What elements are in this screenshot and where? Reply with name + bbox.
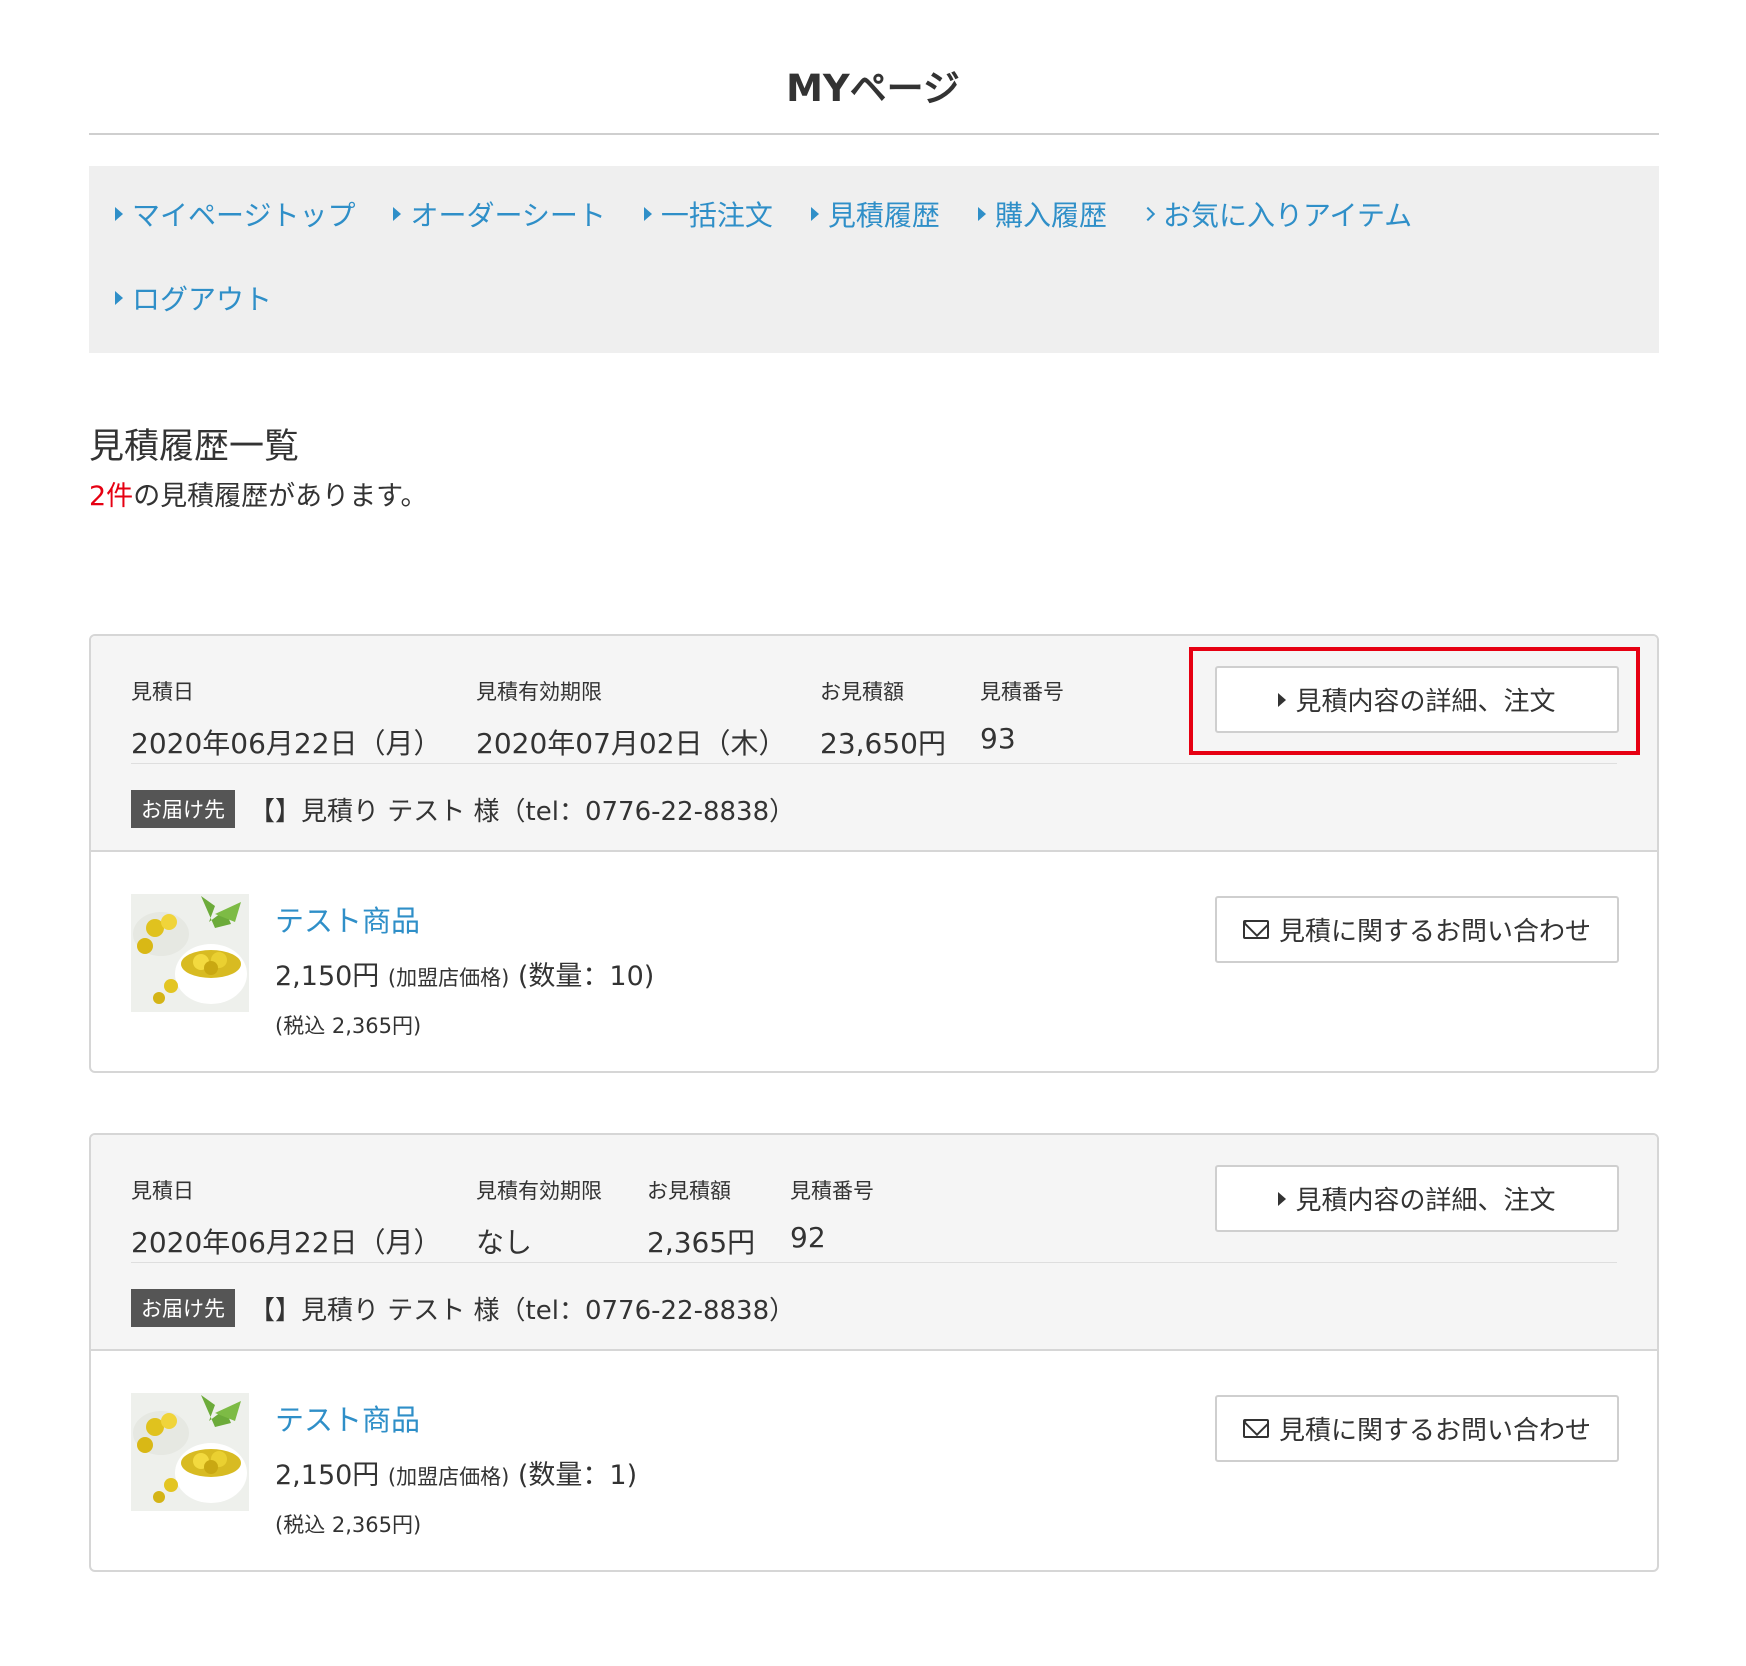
product-quantity: (数量：10) — [517, 961, 655, 992]
title-divider — [89, 133, 1659, 135]
header-divider — [131, 763, 1617, 764]
product-price: 2,150円 (加盟店価格) (数量：1) — [275, 1453, 637, 1492]
caret-right-icon — [977, 207, 986, 221]
nav-item-label: お気に入りアイテム — [1162, 199, 1413, 232]
quote-expiry-value: 2020年07月02日（木） — [476, 727, 787, 760]
header-divider — [131, 1262, 1617, 1263]
quote-number-value: 93 — [980, 722, 1016, 755]
caret-right-icon — [1278, 1191, 1287, 1206]
quote-amount-value: 2,365円 — [647, 1226, 756, 1259]
quote-number-value: 92 — [790, 1221, 826, 1254]
quote-item: テスト商品 2,150円 (加盟店価格) (数量：10) (税込 2,365円)… — [91, 852, 1657, 1071]
product-tax-included: (税込 2,365円) — [275, 1014, 422, 1038]
product-thumbnail[interactable] — [131, 1393, 249, 1511]
caret-right-icon — [115, 291, 123, 305]
quote-inquiry-button[interactable]: 見積に関するお問い合わせ — [1215, 1395, 1619, 1462]
caret-right-icon — [810, 207, 819, 221]
quote-date-value: 2020年06月22日（月） — [131, 727, 442, 760]
quote-count-suffix: の見積履歴があります。 — [133, 481, 428, 512]
ship-to-value: 【】見積り テスト 様（tel：0776-22-8838） — [249, 1295, 796, 1326]
product-price-note: (加盟店価格) — [387, 1465, 510, 1489]
ship-to-badge: お届け先 — [131, 790, 235, 828]
quote-inquiry-label: 見積に関するお問い合わせ — [1278, 1416, 1591, 1446]
page-title: MYページ — [786, 67, 960, 110]
mail-icon — [1242, 1419, 1269, 1438]
quote-amount: お見積額 2,365円 — [647, 1175, 755, 1261]
nav-item-order-sheet[interactable]: オーダーシート — [393, 194, 606, 234]
caret-right-icon — [643, 207, 652, 221]
quote-item: テスト商品 2,150円 (加盟店価格) (数量：1) (税込 2,365円) … — [91, 1351, 1657, 1570]
nav-item-logout[interactable]: ログアウト — [115, 278, 272, 318]
nav-item-label: 一括注文 — [660, 199, 773, 232]
quote-number: 見積番号 93 — [980, 676, 1064, 755]
mypage-nav: マイページトップ オーダーシート 一括注文 見積履歴 購入履歴 お気に入りアイテ… — [89, 166, 1659, 353]
nav-item-mypage-top[interactable]: マイページトップ — [115, 194, 355, 234]
quote-inquiry-button[interactable]: 見積に関するお問い合わせ — [1215, 896, 1619, 963]
quote-card-header: 見積日 2020年06月22日（月） 見積有効期限 なし お見積額 2,365円… — [91, 1135, 1657, 1351]
product-name-link[interactable]: テスト商品 — [275, 898, 420, 940]
quote-card: 見積日 2020年06月22日（月） 見積有効期限 なし お見積額 2,365円… — [89, 1133, 1659, 1572]
nav-item-label: ログアウト — [132, 283, 273, 316]
quote-date: 見積日 2020年06月22日（月） — [131, 1175, 442, 1261]
quote-expiry: 見積有効期限 なし — [476, 1175, 602, 1261]
quote-expiry-value: なし — [476, 1226, 533, 1259]
quote-detail-order-button[interactable]: 見積内容の詳細、注文 — [1215, 1165, 1619, 1232]
product-price: 2,150円 (加盟店価格) (数量：10) — [275, 954, 654, 993]
quote-inquiry-label: 見積に関するお問い合わせ — [1278, 917, 1591, 947]
quote-expiry: 見積有効期限 2020年07月02日（木） — [476, 676, 787, 762]
product-price-value: 2,150円 — [275, 1460, 380, 1491]
nav-item-label: マイページトップ — [132, 199, 356, 232]
caret-right-icon — [393, 207, 402, 221]
nav-item-label: オーダーシート — [410, 199, 606, 232]
quote-count: 2件 — [89, 481, 134, 512]
highlight-box — [1189, 647, 1640, 755]
product-name-link[interactable]: テスト商品 — [275, 1397, 420, 1439]
quote-amount-label: お見積額 — [647, 1179, 731, 1203]
product-price-note: (加盟店価格) — [387, 966, 510, 990]
quote-number: 見積番号 92 — [790, 1175, 874, 1254]
quote-amount-label: お見積額 — [820, 680, 904, 704]
ship-to: お届け先 【】見積り テスト 様（tel：0776-22-8838） — [131, 790, 795, 828]
quote-count-text: 2件の見積履歴があります。 — [89, 474, 428, 513]
product-tax-included: (税込 2,365円) — [275, 1513, 422, 1537]
product-price-value: 2,150円 — [275, 961, 380, 992]
nav-row-2: ログアウト — [115, 278, 1659, 318]
quote-date-label: 見積日 — [131, 680, 194, 704]
nav-item-favorites[interactable]: お気に入りアイテム — [1140, 194, 1413, 234]
ship-to: お届け先 【】見積り テスト 様（tel：0776-22-8838） — [131, 1289, 795, 1327]
quote-date-label: 見積日 — [131, 1179, 194, 1203]
nav-item-label: 購入履歴 — [994, 199, 1107, 232]
nav-item-bulk-order[interactable]: 一括注文 — [643, 194, 773, 234]
quote-date-value: 2020年06月22日（月） — [131, 1226, 442, 1259]
section-title: 見積履歴一覧 — [89, 427, 300, 467]
ship-to-value: 【】見積り テスト 様（tel：0776-22-8838） — [249, 796, 796, 827]
quote-expiry-label: 見積有効期限 — [476, 680, 602, 704]
quote-amount-value: 23,650円 — [820, 727, 946, 760]
chevron-right-icon — [1140, 206, 1156, 222]
quote-number-label: 見積番号 — [790, 1179, 874, 1203]
quote-amount: お見積額 23,650円 — [820, 676, 946, 762]
nav-row-1: マイページトップ オーダーシート 一括注文 見積履歴 購入履歴 お気に入りアイテ… — [115, 194, 1659, 234]
quote-detail-order-label: 見積内容の詳細、注文 — [1295, 1186, 1556, 1216]
product-quantity: (数量：1) — [517, 1460, 638, 1491]
quote-expiry-label: 見積有効期限 — [476, 1179, 602, 1203]
nav-item-quote-history[interactable]: 見積履歴 — [810, 194, 940, 234]
quote-number-label: 見積番号 — [980, 680, 1064, 704]
caret-right-icon — [115, 207, 123, 221]
ship-to-badge: お届け先 — [131, 1289, 235, 1327]
product-thumbnail[interactable] — [131, 894, 249, 1012]
mail-icon — [1242, 920, 1269, 939]
quote-date: 見積日 2020年06月22日（月） — [131, 676, 442, 762]
nav-item-label: 見積履歴 — [827, 199, 940, 232]
nav-item-purchase-history[interactable]: 購入履歴 — [977, 194, 1107, 234]
